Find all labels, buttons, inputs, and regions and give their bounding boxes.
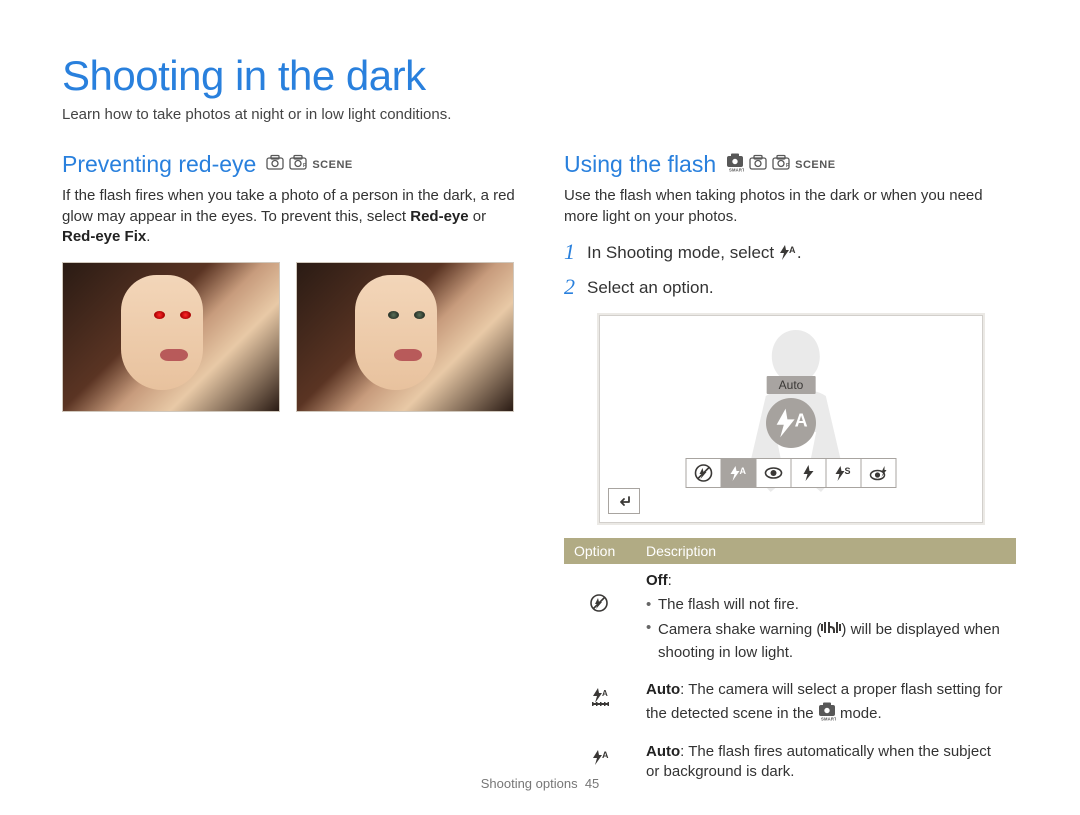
option-name: Off bbox=[646, 572, 668, 589]
example-photos bbox=[62, 262, 516, 412]
table-header-description: Description bbox=[636, 538, 1016, 564]
mode-icons-red-eye: SCENE bbox=[266, 154, 352, 175]
camera-screen-mock: Auto A A bbox=[600, 316, 982, 522]
flash-option-fill[interactable] bbox=[791, 458, 827, 488]
mode-icons-flash: SCENE bbox=[726, 152, 835, 177]
flash-options-table: Option Description Off: The flash will n… bbox=[564, 538, 1016, 790]
section-heading-red-eye: Preventing red-eye SCENE bbox=[62, 151, 516, 178]
section-preventing-red-eye: Preventing red-eye SCENE If the flash fi… bbox=[62, 151, 516, 790]
camera-mode-p-icon bbox=[289, 154, 307, 175]
option-name: Auto bbox=[646, 743, 680, 760]
flash-auto-icon bbox=[779, 244, 797, 266]
option-description-auto-smart: Auto: The camera will select a proper fl… bbox=[636, 673, 1016, 734]
step-text: Select an option. bbox=[587, 276, 714, 298]
option-icon-auto-smart bbox=[564, 673, 636, 734]
step-2: 2 Select an option. bbox=[564, 276, 1018, 298]
table-header-row: Option Description bbox=[564, 538, 1016, 564]
text-bold-red-eye-fix: Red-eye Fix bbox=[62, 228, 146, 245]
camera-mode-p-icon bbox=[772, 154, 790, 175]
page-title: Shooting in the dark bbox=[62, 52, 1018, 100]
camera-mode-icon bbox=[266, 154, 284, 175]
camera-smart-mode-icon bbox=[726, 152, 744, 177]
heading-text: Preventing red-eye bbox=[62, 151, 256, 178]
text-fragment: : The flash fires automatically when the… bbox=[646, 743, 991, 781]
text-fragment: In Shooting mode, select bbox=[587, 243, 779, 262]
section-heading-flash: Using the flash SCENE bbox=[564, 151, 1018, 178]
step-1: 1 In Shooting mode, select . bbox=[564, 241, 1018, 266]
footer-section: Shooting options bbox=[481, 776, 578, 791]
list-item: Camera shake warning () will be displaye… bbox=[646, 618, 1008, 664]
flash-option-strip: A bbox=[686, 458, 897, 488]
text-fragment: . bbox=[146, 228, 150, 245]
svg-text:A: A bbox=[795, 411, 808, 431]
photo-red-eye-example bbox=[62, 262, 280, 412]
steps-list: 1 In Shooting mode, select . 2 Select an… bbox=[564, 241, 1018, 298]
list-item: The flash will not fire. bbox=[646, 595, 1008, 616]
page-footer: Shooting options 45 bbox=[0, 776, 1080, 791]
text-fragment: . bbox=[797, 243, 802, 262]
footer-page-number: 45 bbox=[585, 776, 599, 791]
step-text: In Shooting mode, select . bbox=[587, 241, 802, 266]
back-button[interactable] bbox=[608, 488, 640, 514]
flash-option-off[interactable] bbox=[686, 458, 722, 488]
table-row: Auto: The camera will select a proper fl… bbox=[564, 673, 1016, 734]
camera-smart-mode-icon bbox=[818, 701, 836, 728]
camera-mode-icon bbox=[749, 154, 767, 175]
text-bold-red-eye: Red-eye bbox=[410, 208, 468, 225]
table-row: Off: The flash will not fire. Camera sha… bbox=[564, 564, 1016, 673]
page-subtitle: Learn how to take photos at night or in … bbox=[62, 106, 1018, 123]
flash-mode-label: Auto bbox=[767, 376, 816, 394]
columns: Preventing red-eye SCENE If the flash fi… bbox=[62, 151, 1018, 790]
scene-mode-label: SCENE bbox=[795, 159, 835, 171]
flash-option-slow-sync[interactable] bbox=[826, 458, 862, 488]
page: Shooting in the dark Learn how to take p… bbox=[0, 0, 1080, 790]
step-number: 1 bbox=[564, 241, 575, 263]
text-fragment: : bbox=[668, 572, 672, 589]
table-header-option: Option bbox=[564, 538, 636, 564]
photo-red-eye-fixed-example bbox=[296, 262, 514, 412]
flash-option-red-eye-fix[interactable] bbox=[861, 458, 897, 488]
scene-mode-label: SCENE bbox=[312, 159, 352, 171]
option-icon-off bbox=[564, 564, 636, 673]
option-name: Auto bbox=[646, 681, 680, 698]
red-eye-description: If the flash fires when you take a photo… bbox=[62, 186, 516, 248]
section-using-flash: Using the flash SCENE Use the flash when… bbox=[564, 151, 1018, 790]
text-fragment: or bbox=[469, 208, 487, 225]
svg-text:A: A bbox=[740, 466, 747, 476]
flash-description: Use the flash when taking photos in the … bbox=[564, 186, 1018, 227]
flash-option-auto[interactable]: A bbox=[721, 458, 757, 488]
text-fragment: Camera shake warning ( bbox=[658, 621, 821, 638]
shake-warning-icon bbox=[821, 618, 841, 644]
flash-mode-big-icon: A bbox=[766, 398, 816, 448]
heading-text: Using the flash bbox=[564, 151, 716, 178]
option-description-off: Off: The flash will not fire. Camera sha… bbox=[636, 564, 1016, 673]
step-number: 2 bbox=[564, 276, 575, 298]
flash-option-red-eye[interactable] bbox=[756, 458, 792, 488]
text-fragment: mode. bbox=[836, 705, 882, 722]
